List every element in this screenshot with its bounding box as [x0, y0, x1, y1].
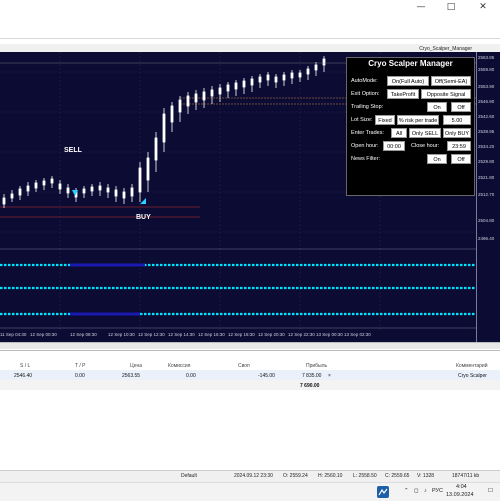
- enter-trades-label: Enter Trades:: [351, 130, 385, 136]
- price-label: 2521.80: [478, 175, 495, 180]
- column-comment[interactable]: Комментарий: [456, 363, 488, 369]
- status-high: H: 2560.10: [318, 473, 343, 479]
- time-label: 12 Sep 18:30: [228, 332, 255, 337]
- price-label: 2563.85: [478, 55, 495, 60]
- taskbar-time[interactable]: 4:04: [456, 484, 467, 490]
- price-label: 2553.90: [478, 84, 495, 89]
- column-tp[interactable]: T / P: [75, 363, 85, 369]
- position-comment: Cryo Scalper: [458, 373, 487, 379]
- status-open: O: 2559.24: [283, 473, 308, 479]
- exit-opposite-signal-button[interactable]: Opposite Signal: [421, 89, 471, 99]
- maximize-icon[interactable]: □: [440, 0, 462, 14]
- time-label: 12 Sep 10:30: [108, 332, 135, 337]
- taskbar-date[interactable]: 13.09.2024: [446, 492, 474, 498]
- open-hour-input[interactable]: 00:00: [383, 141, 405, 151]
- taskbar: ⌃ ◻ ♪ РУС 4:04 13.09.2024 ☐: [0, 482, 500, 501]
- exit-takeprofit-button[interactable]: TakeProfit: [387, 89, 419, 99]
- price-label: 2538.95: [478, 129, 495, 134]
- news-on-button[interactable]: On: [427, 154, 447, 164]
- volume-icon[interactable]: ♪: [424, 488, 427, 494]
- total-profit: 7 690.00: [300, 383, 320, 389]
- price-label: 2496.40: [478, 236, 495, 241]
- status-volume: V: 1328: [417, 473, 435, 479]
- lot-value-input[interactable]: 5.00: [443, 115, 471, 125]
- automode-label: AutoMode:: [351, 78, 378, 84]
- position-profit: 7 835.00: [302, 373, 322, 379]
- time-label: 12 Sep 22:30: [288, 332, 315, 337]
- column-commission[interactable]: Комиссия: [168, 363, 190, 369]
- automode-on-button[interactable]: On(Full Auto): [387, 76, 429, 86]
- lot-size-label: Lot Size:: [351, 117, 373, 123]
- time-label: 12 Sep 20:30: [258, 332, 285, 337]
- automode-off-button[interactable]: Off(Semi-EA): [431, 76, 471, 86]
- news-filter-label: News Filter:: [351, 156, 381, 162]
- lot-risk-button[interactable]: % risk per trade: [397, 115, 439, 125]
- trailing-on-button[interactable]: On: [427, 102, 447, 112]
- time-label: 11 Sep 04:30: [0, 332, 27, 337]
- column-swap[interactable]: Своп: [238, 363, 250, 369]
- scalper-manager-panel: Cryo Scalper Manager AutoMode: On(Full A…: [346, 57, 475, 196]
- exit-option-label: Exit Option:: [351, 91, 380, 97]
- column-sl[interactable]: S / L: [20, 363, 30, 369]
- enter-only-buy-button[interactable]: Only BUY: [443, 128, 471, 138]
- app-icon[interactable]: [377, 486, 389, 498]
- time-label: 13 Sep 02:30: [344, 332, 371, 337]
- time-label: 12 Sep 00:30: [30, 332, 57, 337]
- trailing-off-button[interactable]: Off: [451, 102, 471, 112]
- total-row: [0, 380, 500, 390]
- time-label: 13 Sep 00:30: [316, 332, 343, 337]
- price-label: 2559.80: [478, 67, 495, 72]
- lot-fixed-button[interactable]: Fixed: [375, 115, 395, 125]
- price-axis: [476, 52, 500, 342]
- network-icon[interactable]: ◻: [414, 488, 419, 494]
- notifications-icon[interactable]: ☐: [488, 488, 493, 494]
- position-price: 2563.55: [122, 373, 141, 379]
- buy-signal-label: BUY: [136, 214, 151, 221]
- close-hour-input[interactable]: 23:59: [447, 141, 471, 151]
- position-sl: 2546.40: [14, 373, 33, 379]
- open-hour-label: Open hour:: [351, 143, 379, 149]
- status-low: L: 2558.50: [353, 473, 377, 479]
- price-label: 2542.60: [478, 114, 495, 119]
- buy-arrow-icon: [140, 198, 146, 204]
- time-label: 12 Sep 16:30: [198, 332, 225, 337]
- position-commission: 0.00: [186, 373, 196, 379]
- column-profit[interactable]: Прибыль: [306, 363, 327, 369]
- time-label: 12 Sep 08:30: [70, 332, 97, 337]
- status-close: C: 2559.65: [385, 473, 410, 479]
- status-datetime: 2024.09.12 23:30: [234, 473, 273, 479]
- enter-all-button[interactable]: All: [391, 128, 407, 138]
- enter-only-sell-button[interactable]: Only SELL: [409, 128, 441, 138]
- price-label: 2546.90: [478, 99, 495, 104]
- price-label: 2529.80: [478, 159, 495, 164]
- price-label: 2504.80: [478, 218, 495, 223]
- chart-scrollbar[interactable]: [0, 342, 500, 349]
- close-position-icon[interactable]: ×: [328, 373, 331, 379]
- time-label: 12 Sep 12:30: [138, 332, 165, 337]
- close-icon[interactable]: ✕: [472, 0, 494, 14]
- price-label: 2534.20: [478, 144, 495, 149]
- status-traffic: 18747/11 kb: [452, 473, 480, 479]
- position-tp: 0.00: [75, 373, 85, 379]
- toolbar: [0, 14, 500, 39]
- news-off-button[interactable]: Off: [451, 154, 471, 164]
- price-label: 2512.70: [478, 192, 495, 197]
- position-swap: -145.00: [258, 373, 275, 379]
- language-indicator[interactable]: РУС: [432, 488, 443, 494]
- panel-title: Cryo Scalper Manager: [368, 59, 453, 68]
- time-label: 12 Sep 14:30: [168, 332, 195, 337]
- sell-signal-label: SELL: [64, 147, 82, 154]
- status-profile: Default: [181, 473, 197, 479]
- trailing-stop-label: Trailing Stop:: [351, 104, 384, 110]
- minimize-icon[interactable]: —: [410, 0, 432, 14]
- window-titlebar: — □ ✕: [0, 0, 500, 14]
- column-price[interactable]: Цена: [130, 363, 142, 369]
- tray-chevron-icon[interactable]: ⌃: [404, 488, 409, 494]
- close-hour-label: Close hour:: [411, 143, 440, 149]
